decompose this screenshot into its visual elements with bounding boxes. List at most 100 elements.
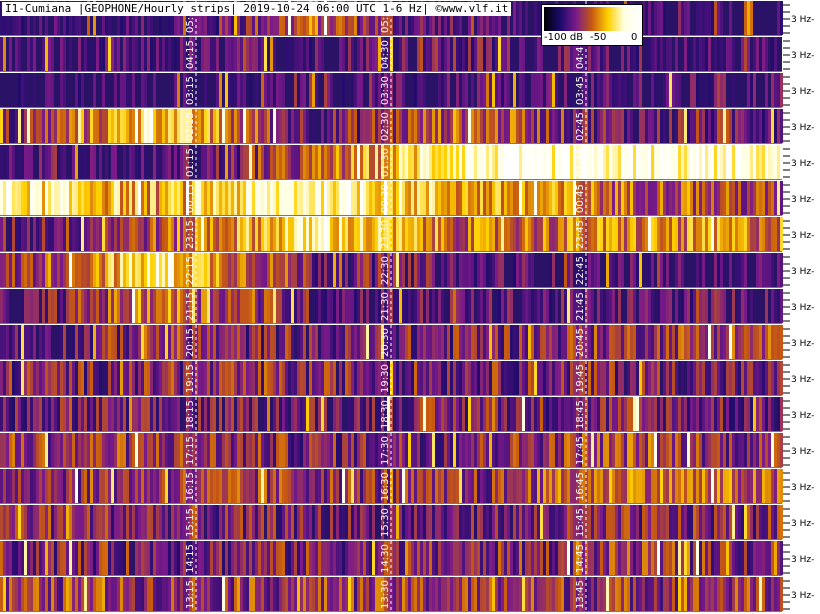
spectrogram-column <box>9 505 12 539</box>
spectrogram-column <box>411 397 414 431</box>
spectrogram-column <box>588 469 591 503</box>
spectrogram-column <box>453 325 456 359</box>
spectrogram-column <box>159 109 162 143</box>
spectrogram-column <box>375 253 378 287</box>
spectrogram-column <box>567 541 570 575</box>
spectrogram-column <box>357 361 360 395</box>
spectrogram-column <box>255 325 258 359</box>
spectrogram-column <box>759 145 762 179</box>
spectrogram-column <box>567 505 570 539</box>
spectrogram-column <box>51 73 54 107</box>
spectrogram-column <box>534 37 537 71</box>
spectrogram-column <box>93 541 96 575</box>
spectrogram-column <box>360 289 363 323</box>
spectrogram-column <box>72 325 75 359</box>
spectrogram-column <box>72 397 75 431</box>
spectrogram-column <box>6 469 9 503</box>
spectrogram-column <box>3 289 6 323</box>
spectrogram-column <box>141 577 144 611</box>
spectrogram-column <box>126 433 129 467</box>
spectrogram-column <box>669 109 672 143</box>
spectrogram-column <box>234 181 237 215</box>
spectrogram-column <box>486 469 489 503</box>
spectrogram-column <box>216 433 219 467</box>
spectrogram-column <box>33 73 36 107</box>
spectrogram-column <box>447 469 450 503</box>
spectrogram-column <box>303 505 306 539</box>
spectrogram-column <box>537 289 540 323</box>
spectrogram-column <box>3 37 6 71</box>
spectrogram-column <box>549 577 552 611</box>
spectrogram-column <box>198 361 201 395</box>
spectrogram-column <box>495 253 498 287</box>
spectrogram-column <box>174 577 177 611</box>
spectrogram-column <box>141 361 144 395</box>
spectrogram-column <box>144 145 147 179</box>
spectrogram-column <box>612 397 615 431</box>
spectrogram-column <box>396 469 399 503</box>
spectrogram-column <box>309 361 312 395</box>
spectrogram-column <box>429 37 432 71</box>
spectrogram-column <box>102 541 105 575</box>
spectrogram-column <box>591 397 594 431</box>
spectrogram-column <box>222 145 225 179</box>
spectrogram-column <box>399 145 402 179</box>
spectrogram-column <box>669 325 672 359</box>
spectrogram-column <box>417 361 420 395</box>
spectrogram-column <box>369 325 372 359</box>
spectrogram-column <box>588 433 591 467</box>
spectrogram-column <box>399 217 402 251</box>
spectrogram-column <box>669 217 672 251</box>
spectrogram-column <box>267 541 270 575</box>
spectrogram-column <box>489 397 492 431</box>
spectrogram-column <box>177 325 180 359</box>
spectrogram-column <box>243 397 246 431</box>
spectrogram-column <box>42 325 45 359</box>
spectrogram-column <box>375 541 378 575</box>
spectrogram-column <box>594 397 597 431</box>
time-label: 17:15 <box>185 436 196 465</box>
spectrogram-column <box>105 289 108 323</box>
spectrogram-column <box>636 469 639 503</box>
spectrogram-column <box>750 325 753 359</box>
spectrogram-column <box>726 181 729 215</box>
spectrogram-column <box>3 217 6 251</box>
spectrogram-column <box>603 469 606 503</box>
spectrogram-column <box>21 73 24 107</box>
spectrogram-column <box>234 253 237 287</box>
spectrogram-column <box>648 469 651 503</box>
spectrogram-column <box>735 577 738 611</box>
spectrogram-column <box>354 397 357 431</box>
spectrogram-column <box>402 109 405 143</box>
spectrogram-column <box>738 145 741 179</box>
spectrogram-column <box>447 433 450 467</box>
colorbar-tick-mid: -50 <box>590 32 607 43</box>
spectrogram-column <box>246 469 249 503</box>
spectrogram-column <box>771 73 774 107</box>
spectrogram-column <box>423 577 426 611</box>
spectrogram-column <box>699 145 702 179</box>
spectrogram-column <box>453 217 456 251</box>
spectrogram-column <box>420 289 423 323</box>
spectrogram-column <box>282 325 285 359</box>
spectrogram-column <box>603 397 606 431</box>
spectrogram-column <box>372 469 375 503</box>
spectrogram-column <box>477 73 480 107</box>
spectrogram-column <box>420 145 423 179</box>
spectrogram-column <box>519 181 522 215</box>
spectrogram-column <box>591 145 594 179</box>
time-label: 17:45 <box>575 436 586 465</box>
spectrogram-column <box>477 505 480 539</box>
spectrogram-column <box>66 469 69 503</box>
spectrogram-column <box>681 397 684 431</box>
spectrogram-column <box>285 577 288 611</box>
spectrogram-column <box>525 145 528 179</box>
spectrogram-column <box>177 361 180 395</box>
spectrogram-column <box>126 289 129 323</box>
spectrogram-column <box>36 289 39 323</box>
spectrogram-column <box>276 181 279 215</box>
spectrogram-column <box>588 577 591 611</box>
spectrogram-column <box>273 433 276 467</box>
spectrogram-column <box>48 505 51 539</box>
spectrogram-column <box>93 325 96 359</box>
